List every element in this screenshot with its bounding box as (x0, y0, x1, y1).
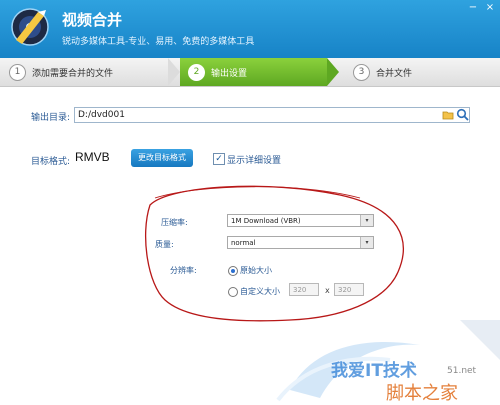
watermark-text: 51.net (447, 366, 477, 376)
watermark-text: 脚本之家 (386, 383, 458, 404)
watermark-text: 我爱IT技术 (331, 361, 417, 381)
